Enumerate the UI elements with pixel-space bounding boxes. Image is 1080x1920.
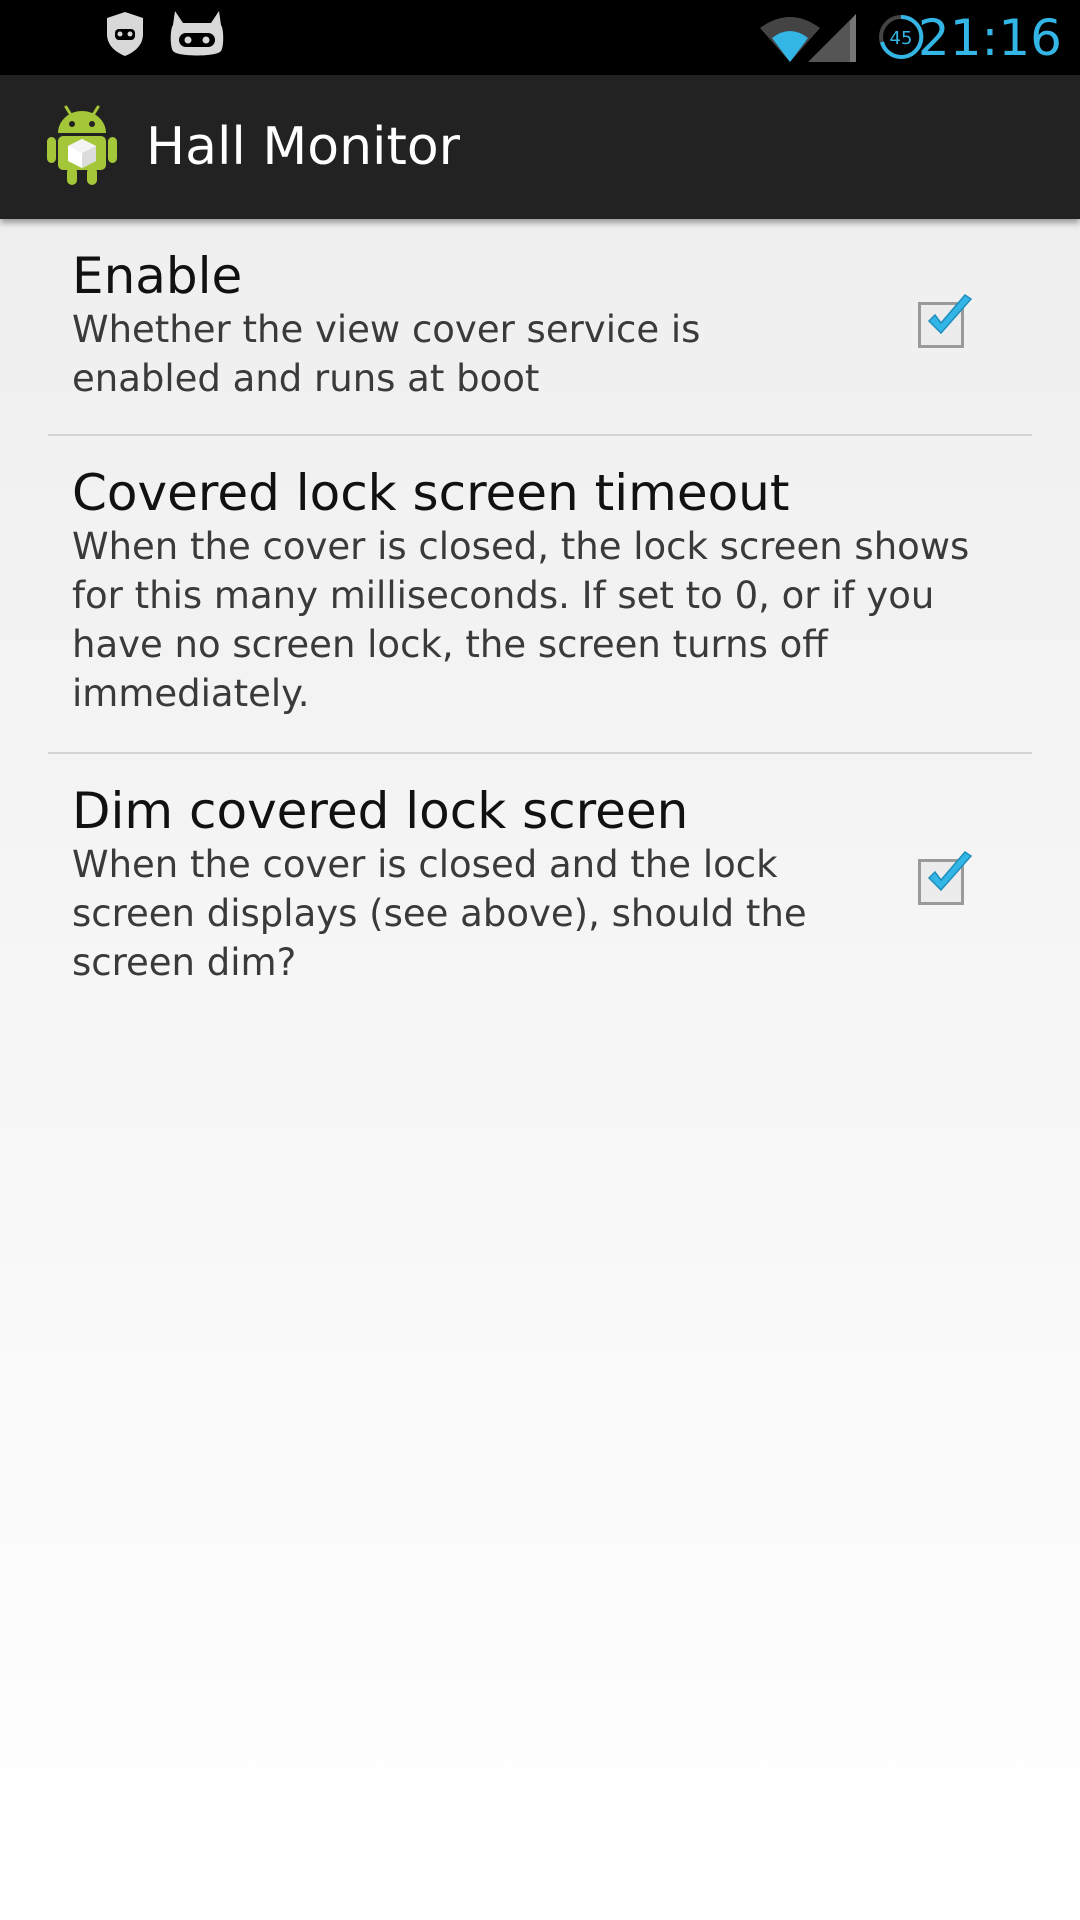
checkmark-icon [927, 851, 973, 892]
preference-lock-screen-timeout[interactable]: Covered lock screen timeout When the cov… [48, 436, 1032, 754]
preference-enable[interactable]: Enable Whether the view cover service is… [48, 219, 1032, 436]
preference-dim-lock-screen[interactable]: Dim covered lock screen When the cover i… [48, 754, 1032, 1014]
shield-icon [104, 10, 146, 63]
app-title: Hall Monitor [146, 117, 461, 177]
preference-title: Enable [72, 247, 243, 305]
android-app-icon[interactable] [44, 103, 120, 192]
preference-title: Covered lock screen timeout [72, 464, 790, 522]
enable-checkbox[interactable] [918, 294, 973, 348]
preference-summary: When the cover is closed and the lock sc… [72, 843, 807, 984]
preference-summary: When the cover is closed, the lock scree… [72, 525, 970, 715]
dim-checkbox[interactable] [918, 851, 973, 905]
status-time: 21:16 [917, 9, 1062, 67]
cyanogen-mascot-icon [169, 9, 225, 64]
checkmark-icon [927, 294, 973, 335]
preference-list: Enable Whether the view cover service is… [0, 219, 1080, 1920]
status-bar: 45 21:16 [0, 0, 1080, 75]
action-bar: Hall Monitor [0, 75, 1080, 219]
wifi-signal-icon [760, 12, 860, 69]
preference-title: Dim covered lock screen [72, 782, 689, 840]
preference-summary: Whether the view cover service is enable… [72, 308, 701, 400]
battery-level: 45 [890, 28, 913, 49]
